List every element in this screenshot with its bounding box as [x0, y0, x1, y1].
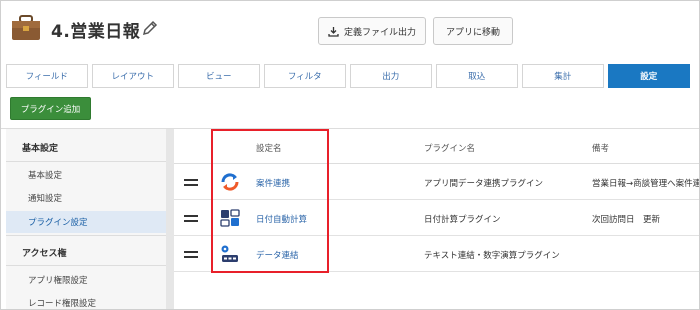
- go-to-app-label: アプリに移動: [445, 27, 500, 38]
- column-header-name: 設定名: [256, 144, 282, 154]
- briefcase-icon: [12, 15, 40, 40]
- date-calc-icon: [220, 209, 240, 227]
- column-header-note: 備考: [592, 144, 610, 154]
- add-plugin-button[interactable]: プラグイン追加: [10, 97, 91, 120]
- divider: [6, 235, 166, 236]
- settings-sidebar: 基本設定 基本設定 通知設定 プラグイン設定 アクセス権 アプリ権限設定 レコー…: [6, 129, 166, 309]
- tab-import[interactable]: 取込: [436, 64, 518, 88]
- table-header: 設定名 プラグイン名 備考: [174, 129, 699, 164]
- table-row[interactable]: 日付自動計算 日付計算プラグイン 次回訪問日 更新: [174, 201, 699, 236]
- setting-name-link[interactable]: 日付自動計算: [256, 213, 307, 225]
- sidebar-item-record-permissions[interactable]: レコード権限設定: [6, 292, 166, 309]
- export-definition-button[interactable]: 定義ファイル出力: [318, 17, 426, 45]
- app-title: 4.営業日報: [51, 22, 141, 42]
- plugin-name: テキスト連結・数字演算プラグイン: [424, 251, 560, 261]
- sync-icon: [221, 173, 239, 191]
- tab-filter[interactable]: フィルタ: [264, 64, 346, 88]
- note-text: 次回訪問日 更新: [592, 215, 661, 225]
- go-to-app-button[interactable]: アプリに移動: [433, 17, 513, 45]
- sidebar-item-plugin-settings[interactable]: プラグイン設定: [6, 211, 166, 233]
- note-text: 営業日報→商談管理へ案件連: [592, 179, 700, 189]
- download-icon: [328, 26, 339, 37]
- export-button-label: 定義ファイル出力: [343, 27, 416, 38]
- sidebar-item-notification-settings[interactable]: 通知設定: [6, 187, 166, 209]
- setting-name-link[interactable]: データ連結: [256, 249, 299, 261]
- setting-name-link[interactable]: 案件連携: [256, 177, 290, 189]
- divider: [6, 161, 166, 162]
- sidebar-item-app-permissions[interactable]: アプリ権限設定: [6, 269, 166, 291]
- tab-field[interactable]: フィールド: [6, 64, 88, 88]
- table-row[interactable]: 案件連携 アプリ間データ連携プラグイン 営業日報→商談管理へ案件連: [174, 165, 700, 200]
- edit-pencil-icon[interactable]: [141, 19, 159, 37]
- plugin-name: アプリ間データ連携プラグイン: [424, 179, 544, 189]
- plugin-settings-table: 設定名 プラグイン名 備考 案件連携 アプリ間データ連携プラグイン 営業日報→商…: [174, 129, 700, 309]
- column-header-plugin: プラグイン名: [424, 144, 476, 154]
- sidebar-item-basic-settings[interactable]: 基本設定: [6, 164, 166, 186]
- plugin-name: 日付計算プラグイン: [424, 215, 501, 225]
- settings-tabs: フィールド レイアウト ビュー フィルタ 出力 取込 集計 設定: [6, 64, 694, 88]
- sidebar-section-basic: 基本設定: [22, 144, 59, 154]
- sidebar-scroll-border: [166, 129, 174, 309]
- tab-output[interactable]: 出力: [350, 64, 432, 88]
- tab-aggregate[interactable]: 集計: [522, 64, 604, 88]
- tab-layout[interactable]: レイアウト: [92, 64, 174, 88]
- drag-handle-icon[interactable]: [184, 251, 198, 259]
- data-concat-icon: [221, 245, 238, 262]
- tab-view[interactable]: ビュー: [178, 64, 260, 88]
- sidebar-section-access: アクセス権: [22, 249, 67, 259]
- drag-handle-icon[interactable]: [184, 215, 198, 223]
- app-window: 4.営業日報 定義ファイル出力 アプリに移動 フィールド レイアウト ビュー フ…: [0, 0, 700, 310]
- drag-handle-icon[interactable]: [184, 179, 198, 187]
- tab-settings[interactable]: 設定: [608, 64, 690, 88]
- divider: [6, 265, 166, 266]
- table-row[interactable]: データ連結 テキスト連結・数字演算プラグイン: [174, 237, 699, 272]
